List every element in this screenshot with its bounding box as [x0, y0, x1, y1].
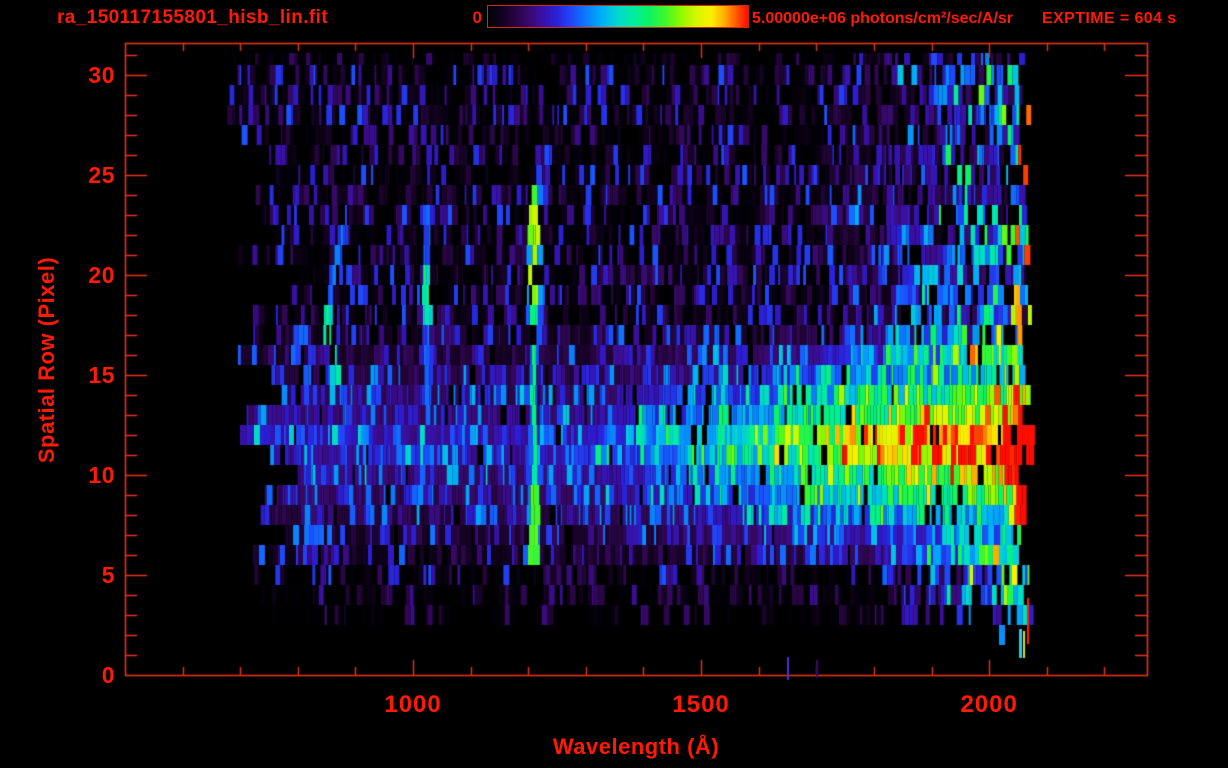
exptime-label: EXPTIME = 604 s — [1042, 10, 1177, 27]
x-tick-label: 1000 — [384, 691, 442, 718]
plot-title: ra_150117155801_hisb_lin.fit — [57, 7, 329, 28]
plot-axes — [0, 0, 1228, 768]
x-tick-label: 1500 — [672, 691, 730, 718]
colorbar-max-label: 5.00000e+06 photons/cm²/sec/A/sr — [752, 10, 1014, 27]
colorbar-gradient — [487, 5, 749, 28]
x-tick-label: 2000 — [960, 691, 1018, 718]
y-tick-label: 10 — [88, 462, 115, 488]
y-tick-label: 20 — [88, 262, 115, 288]
y-tick-label: 0 — [101, 662, 115, 688]
y-tick-label: 5 — [101, 562, 115, 588]
y-tick-label: 25 — [88, 162, 115, 188]
spectrogram-plot-window: ra_150117155801_hisb_lin.fit 0 5.00000e+… — [0, 0, 1228, 768]
y-tick-label: 30 — [88, 62, 115, 88]
x-axis-title: Wavelength (Å) — [552, 734, 720, 759]
colorbar-min-label: 0 — [472, 8, 482, 27]
y-tick-label: 15 — [88, 362, 115, 388]
